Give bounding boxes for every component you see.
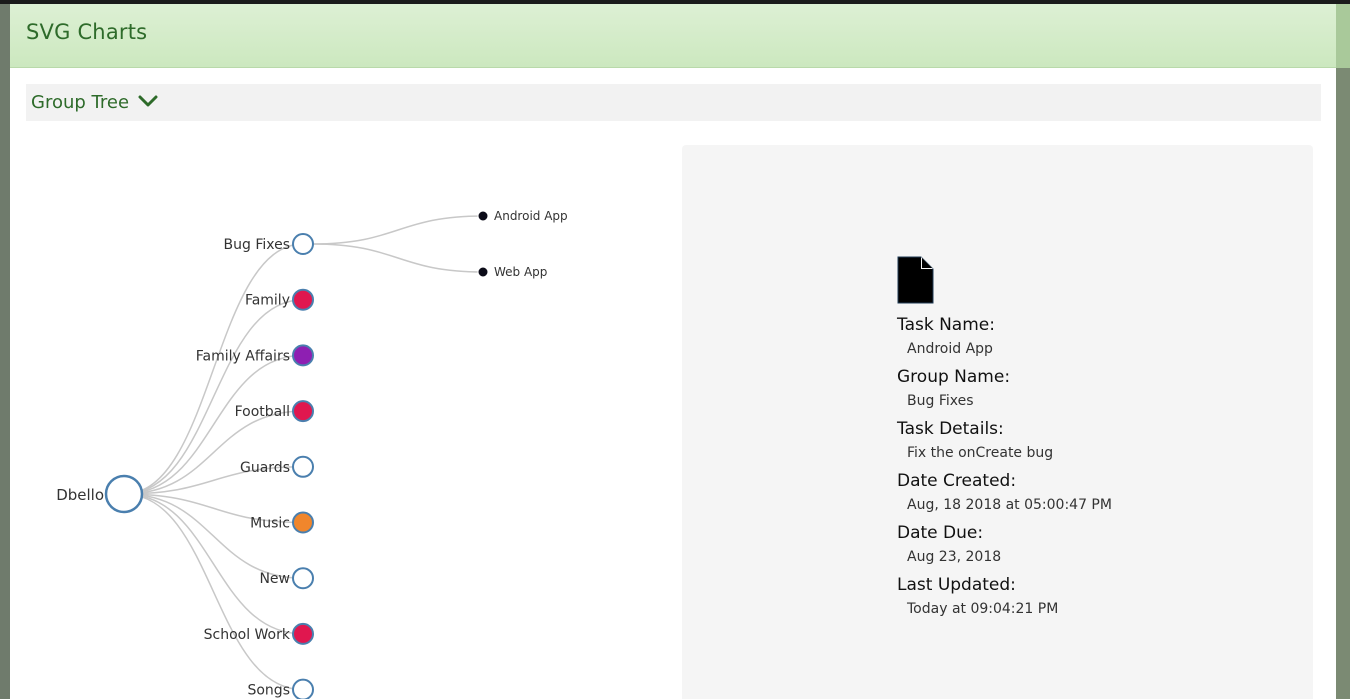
tree-node-label-songs[interactable]: Songs	[247, 683, 290, 699]
date-due-value: Aug 23, 2018	[907, 549, 1002, 565]
task-node-web-app[interactable]	[477, 266, 489, 278]
tree-node-bug-fixes[interactable]	[292, 233, 314, 255]
tree-node-label-new[interactable]: New	[259, 571, 290, 587]
task-details-label: Task Details:	[897, 419, 1004, 439]
task-details-panel: Task Name: Android App Group Name: Bug F…	[682, 145, 1313, 699]
last-updated-value: Today at 09:04:21 PM	[907, 601, 1059, 617]
link-bug-fixes-android-app	[312, 215, 484, 245]
tree-node-label-school-work[interactable]: School Work	[204, 627, 291, 643]
task-node-android-app[interactable]	[477, 210, 489, 222]
tree-node-label-guards[interactable]: Guards	[240, 460, 290, 476]
task-details: Task Name: Android App Group Name: Bug F…	[897, 315, 1112, 617]
group-name-value: Bug Fixes	[907, 393, 974, 409]
tree-node-label-football[interactable]: Football	[235, 404, 290, 420]
group-tree-chart: Bug Fixes Android App Web App Family Family …	[56, 209, 568, 699]
svg-charts-modal: SVG Charts Group Tree Bug Fixes Android A…	[10, 4, 1336, 699]
date-due-label: Date Due:	[897, 523, 984, 543]
tree-node-football[interactable]	[292, 400, 314, 423]
group-tree-label: Group Tree	[31, 92, 130, 113]
tree-node-family[interactable]	[292, 288, 314, 311]
date-created-value: Aug, 18 2018 at 05:00:47 PM	[907, 497, 1112, 513]
group-name-label: Group Name:	[897, 367, 1011, 387]
tree-node-new[interactable]	[292, 567, 314, 590]
tree-node-songs[interactable]	[292, 678, 314, 699]
tree-node-label-family[interactable]: Family	[245, 293, 290, 309]
task-node-label-android-app[interactable]: Android App	[494, 209, 568, 223]
tree-root-label[interactable]: Dbello	[56, 486, 104, 504]
task-node-label-web-app[interactable]: Web App	[494, 265, 547, 279]
tree-node-label-bug-fixes[interactable]: Bug Fixes	[224, 237, 291, 253]
chevron-down-icon	[138, 95, 158, 107]
tree-node-label-music[interactable]: Music	[250, 516, 290, 532]
page-backdrop-strip	[1336, 4, 1350, 699]
task-name-value: Android App	[907, 341, 993, 357]
task-name-label: Task Name:	[897, 315, 995, 335]
last-updated-label: Last Updated:	[897, 575, 1016, 595]
tree-root-node[interactable]	[104, 474, 144, 514]
tree-node-guards[interactable]	[292, 455, 314, 478]
link-bug-fixes-web-app	[312, 243, 484, 273]
link-dbello-new	[123, 493, 304, 579]
group-tree-toggle[interactable]: Group Tree	[26, 84, 1321, 121]
tree-node-label-family-affairs[interactable]: Family Affairs	[196, 348, 290, 364]
modal-header: SVG Charts	[10, 4, 1336, 68]
document-icon	[897, 256, 934, 304]
modal-title: SVG Charts	[26, 20, 148, 44]
link-dbello-bug-fixes	[123, 243, 304, 495]
task-details-value: Fix the onCreate bug	[907, 445, 1054, 461]
tree-node-music[interactable]	[292, 511, 314, 534]
date-created-label: Date Created:	[897, 471, 1017, 491]
tree-node-family-affairs[interactable]	[292, 344, 314, 367]
tree-node-school-work[interactable]	[292, 622, 314, 645]
